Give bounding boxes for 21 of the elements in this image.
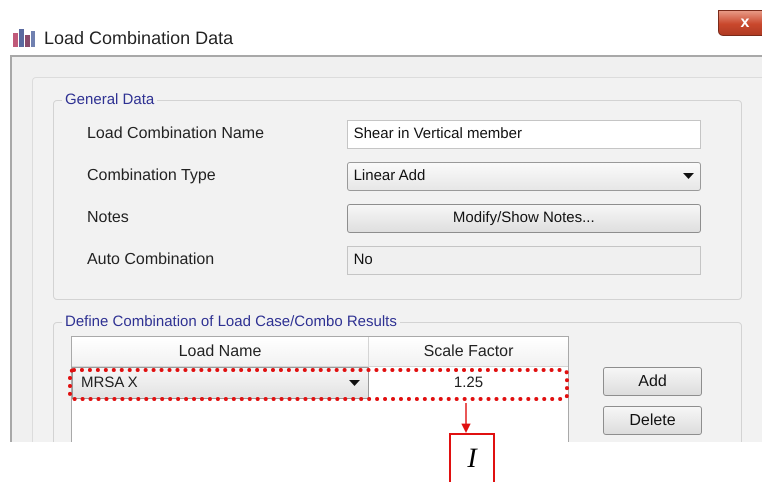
arrow (461, 403, 471, 434)
notes-button[interactable]: Modify/Show Notes... (346, 204, 701, 232)
table-button[interactable]: Add (603, 367, 702, 396)
dropdown[interactable]: Linear Add (346, 162, 701, 190)
caret-icon (683, 173, 694, 179)
window-title: Load Combination Data (44, 29, 234, 47)
scale-factor-cell[interactable]: 1.25 (369, 367, 568, 399)
field-label: Auto Combination (87, 250, 216, 270)
table-button[interactable]: Delete (603, 406, 702, 435)
field-label: Load Combination Name (87, 124, 265, 144)
text-field[interactable]: Shear in Vertical member (346, 120, 701, 148)
app-icon (12, 27, 36, 47)
field-label: Notes (87, 208, 130, 228)
column-header: Scale Factor (422, 342, 514, 362)
field-label: Combination Type (87, 166, 217, 186)
close-button[interactable]: x (718, 10, 762, 36)
caret-icon (349, 380, 360, 386)
column-header: Load Name (72, 337, 369, 366)
readonly-field: No (346, 246, 701, 274)
load-dropdown[interactable]: MRSA X (72, 367, 369, 399)
annotation-label: I (449, 433, 495, 482)
